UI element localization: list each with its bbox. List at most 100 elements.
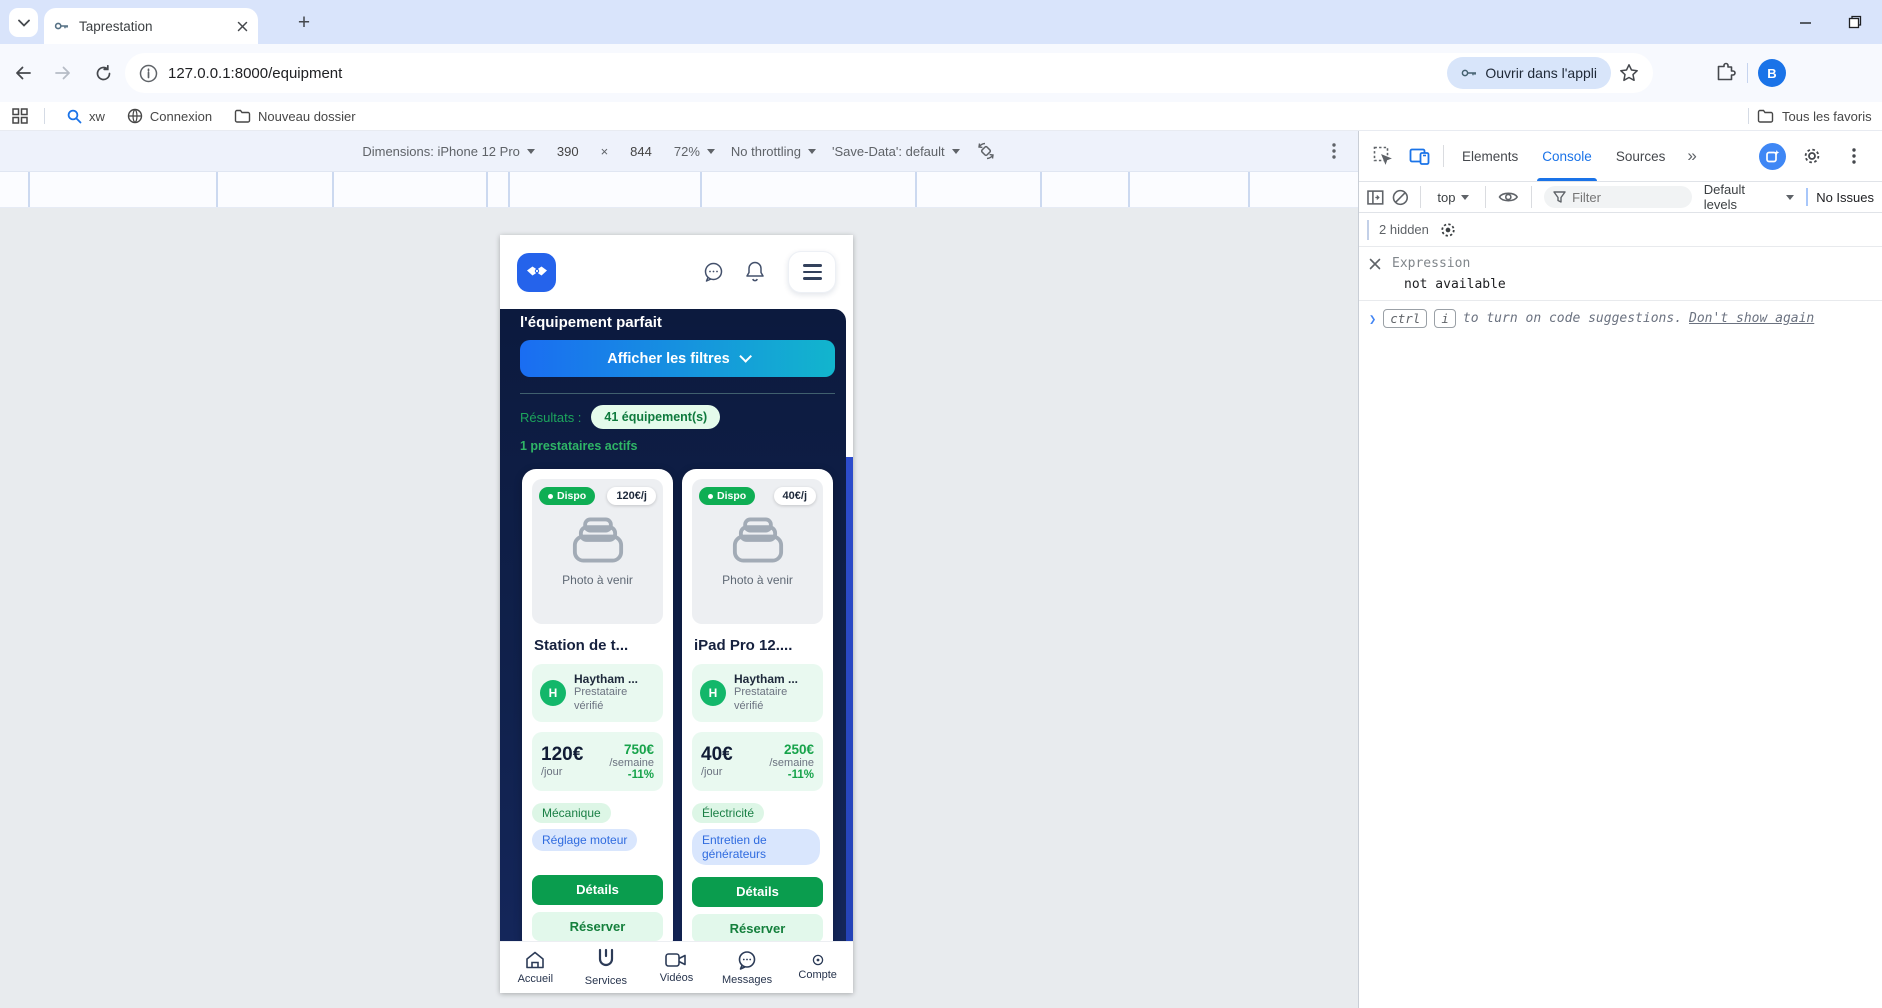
reload-button[interactable] bbox=[86, 56, 120, 90]
ai-assistant-button[interactable] bbox=[1759, 143, 1786, 170]
media-query-ruler[interactable] bbox=[0, 172, 1358, 208]
console-sidebar-toggle-icon[interactable] bbox=[1367, 190, 1384, 205]
console-prompt-chevron-icon[interactable]: ❯ bbox=[1369, 312, 1376, 326]
app-logo[interactable] bbox=[517, 253, 556, 292]
save-data-select[interactable]: 'Save-Data': default bbox=[832, 144, 960, 159]
availability-badge: Dispo bbox=[699, 487, 755, 505]
menu-button[interactable] bbox=[788, 251, 836, 293]
price-box: 40€ /jour 250€ /semaine -11% bbox=[692, 732, 823, 791]
console-filter-input[interactable] bbox=[1572, 190, 1672, 205]
nav-label: Services bbox=[585, 975, 627, 987]
active-providers-text: 1 prestataires actifs bbox=[520, 439, 835, 453]
toggle-device-toolbar-button[interactable] bbox=[1403, 140, 1435, 172]
console-hidden-messages-bar: 2 hidden bbox=[1359, 213, 1882, 247]
execution-context-select[interactable]: top bbox=[1433, 190, 1473, 205]
nav-item-messages[interactable]: Messages bbox=[712, 942, 783, 993]
forward-arrow-icon bbox=[54, 65, 72, 81]
live-expression-eye-icon[interactable] bbox=[1498, 190, 1519, 204]
save-data-value: 'Save-Data': default bbox=[832, 144, 945, 159]
back-button[interactable] bbox=[6, 56, 40, 90]
home-icon bbox=[524, 950, 546, 970]
throttling-value: No throttling bbox=[731, 144, 801, 159]
tab-console[interactable]: Console bbox=[1532, 131, 1602, 181]
address-bar[interactable]: 127.0.0.1:8000/equipment Ouvrir dans l'a… bbox=[125, 53, 1653, 93]
back-arrow-icon bbox=[14, 65, 32, 81]
bookmark-folder-nouveau-dossier[interactable]: Nouveau dossier bbox=[234, 109, 356, 124]
bottom-navigation: Accueil Services Vidéos bbox=[500, 941, 853, 993]
browser-tab[interactable]: Taprestation bbox=[44, 8, 258, 44]
zoom-value: 72% bbox=[674, 144, 700, 159]
devtools-menu-button[interactable] bbox=[1838, 140, 1870, 172]
chevron-down-icon bbox=[739, 350, 752, 363]
console-filter[interactable] bbox=[1544, 186, 1692, 208]
device-toolbar-menu-button[interactable] bbox=[1332, 143, 1336, 159]
tab-sources[interactable]: Sources bbox=[1606, 131, 1676, 181]
device-dimensions-select[interactable]: Dimensions: iPhone 12 Pro bbox=[362, 144, 535, 159]
devtools-settings-button[interactable] bbox=[1796, 140, 1828, 172]
device-dimensions-label: Dimensions: iPhone 12 Pro bbox=[362, 144, 520, 159]
show-filters-button[interactable]: Afficher les filtres bbox=[520, 340, 835, 377]
details-button[interactable]: Détails bbox=[532, 875, 663, 905]
reserve-button[interactable]: Réserver bbox=[692, 914, 823, 942]
apps-grid-button[interactable] bbox=[12, 108, 28, 124]
provider-avatar: H bbox=[700, 680, 726, 706]
price-box: 120€ /jour 750€ /semaine -11% bbox=[532, 732, 663, 791]
viewport-width-input[interactable]: 390 bbox=[551, 142, 585, 161]
expression-placeholder[interactable]: Expression bbox=[1392, 256, 1470, 271]
filter-settings-gear-icon[interactable] bbox=[1439, 221, 1457, 239]
inspect-element-button[interactable] bbox=[1367, 140, 1399, 172]
minimize-icon[interactable] bbox=[1799, 16, 1812, 29]
devtools-right-cluster bbox=[1759, 140, 1874, 172]
zoom-select[interactable]: 72% bbox=[674, 144, 715, 159]
rotate-device-icon[interactable] bbox=[976, 141, 996, 161]
equipment-title: iPad Pro 12.... bbox=[694, 637, 821, 654]
chat-button[interactable] bbox=[700, 259, 726, 285]
console-hint-row: ❯ ctrl i to turn on code suggestions. Do… bbox=[1359, 301, 1882, 336]
details-button[interactable]: Détails bbox=[692, 877, 823, 907]
ruler-tick bbox=[486, 172, 488, 207]
bell-icon bbox=[744, 260, 766, 284]
provider-box: H Haytham ... Prestataire vérifié bbox=[692, 664, 823, 722]
issues-counter[interactable]: No Issues bbox=[1816, 190, 1874, 205]
nav-item-accueil[interactable]: Accueil bbox=[500, 942, 571, 993]
log-levels-select[interactable]: Default levels bbox=[1700, 182, 1798, 212]
throttling-select[interactable]: No throttling bbox=[731, 144, 816, 159]
nav-item-videos[interactable]: Vidéos bbox=[641, 942, 712, 993]
notifications-button[interactable] bbox=[742, 259, 768, 285]
nav-label: Accueil bbox=[518, 973, 553, 985]
all-bookmarks[interactable]: Tous les favoris bbox=[1748, 108, 1872, 124]
tab-close-icon[interactable] bbox=[237, 21, 248, 32]
ruler-tick bbox=[915, 172, 917, 207]
caret-down-icon bbox=[1786, 195, 1794, 200]
clear-console-icon[interactable] bbox=[1392, 189, 1409, 206]
viewport-height-input[interactable]: 844 bbox=[624, 142, 658, 161]
open-in-app-chip[interactable]: Ouvrir dans l'appli bbox=[1447, 57, 1611, 89]
more-tabs-button[interactable]: » bbox=[1679, 146, 1706, 166]
nav-item-compte[interactable]: Compte bbox=[782, 942, 853, 993]
restore-window-icon[interactable] bbox=[1848, 15, 1862, 29]
bookmark-star-button[interactable] bbox=[1611, 55, 1647, 91]
globe-icon bbox=[127, 108, 143, 124]
tab-search-button[interactable] bbox=[9, 8, 38, 37]
new-tab-button[interactable]: + bbox=[290, 9, 318, 37]
per-day-label: /jour bbox=[701, 766, 733, 778]
site-info-icon[interactable] bbox=[139, 64, 158, 83]
app-scroll-content[interactable]: l'équipement parfait Afficher les filtre… bbox=[500, 309, 853, 941]
phone-page: l'équipement parfait Afficher les filtre… bbox=[500, 235, 853, 993]
url-text[interactable]: 127.0.0.1:8000/equipment bbox=[168, 65, 1447, 82]
nav-item-services[interactable]: Services bbox=[571, 942, 642, 993]
bookmark-item-xw[interactable]: xw bbox=[67, 109, 105, 124]
extensions-icon[interactable] bbox=[1715, 62, 1737, 84]
star-icon bbox=[1619, 63, 1639, 83]
hero-tagline: l'équipement parfait bbox=[520, 314, 835, 331]
profile-avatar[interactable]: B bbox=[1758, 59, 1786, 87]
tab-elements[interactable]: Elements bbox=[1452, 131, 1528, 181]
all-bookmarks-label: Tous les favoris bbox=[1782, 109, 1872, 124]
reserve-button[interactable]: Réserver bbox=[532, 912, 663, 941]
forward-button[interactable] bbox=[46, 56, 80, 90]
dont-show-again-link[interactable]: Don't show again bbox=[1689, 311, 1814, 326]
tools-icon bbox=[593, 948, 619, 972]
bookmark-item-connexion[interactable]: Connexion bbox=[127, 108, 212, 124]
toolbar-divider bbox=[1747, 63, 1748, 83]
close-expression-icon[interactable] bbox=[1369, 258, 1381, 270]
